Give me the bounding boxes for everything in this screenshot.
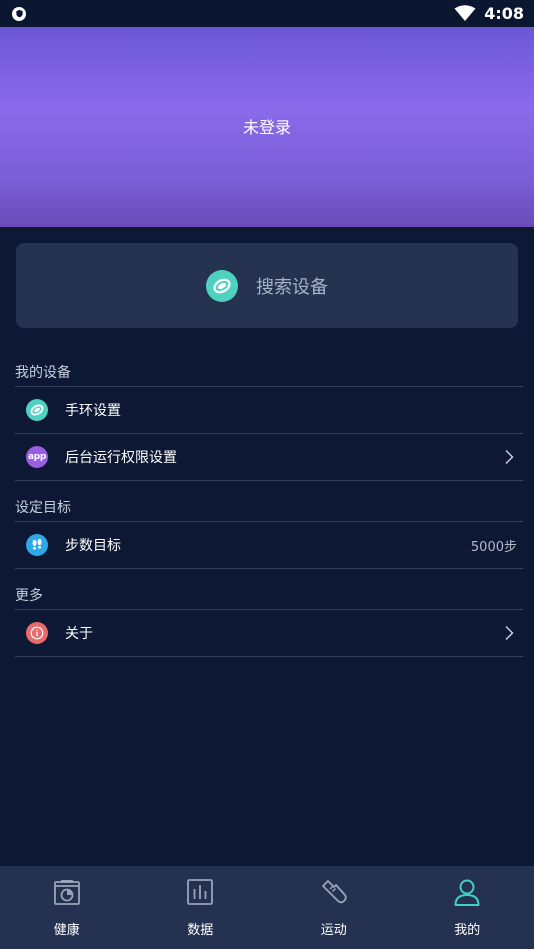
nav-tab-health[interactable]: 健康 [0, 866, 134, 949]
band-settings-label: 手环设置 [65, 403, 121, 419]
nav-tab-mine[interactable]: 我的 [401, 866, 534, 949]
background-permission-row[interactable]: app 后台运行权限设置 [15, 434, 523, 480]
band-icon [26, 399, 48, 421]
nav-label-mine: 我的 [454, 923, 481, 938]
nav-label-health: 健康 [53, 923, 80, 938]
nav-tab-sport[interactable]: 运动 [267, 866, 401, 949]
search-device-label: 搜索设备 [256, 276, 328, 298]
data-icon [187, 879, 214, 905]
sport-shoe-icon [321, 880, 347, 904]
search-device-button[interactable]: 搜索设备 [16, 243, 518, 328]
nav-label-data: 数据 [187, 923, 214, 938]
section-title-goals: 设定目标 [15, 500, 71, 516]
shield-icon [12, 6, 26, 21]
chevron-right-icon [505, 449, 514, 465]
profile-header[interactable]: 未登录 [0, 27, 534, 227]
status-bar: 4:08 [0, 0, 534, 27]
band-icon [206, 269, 238, 302]
status-time: 4:08 [484, 4, 524, 23]
login-status[interactable]: 未登录 [243, 114, 291, 138]
nav-label-sport: 运动 [320, 923, 347, 938]
divider [15, 568, 523, 569]
info-icon [26, 622, 48, 644]
user-icon [454, 879, 480, 906]
background-permission-label: 后台运行权限设置 [65, 450, 177, 466]
footsteps-icon [26, 534, 48, 556]
wifi-icon [454, 5, 476, 21]
section-title-my-devices: 我的设备 [15, 365, 71, 381]
band-settings-row[interactable]: 手环设置 [15, 387, 523, 433]
step-goal-row[interactable]: 步数目标 5000步 [15, 522, 523, 568]
step-goal-value: 5000步 [470, 539, 517, 555]
divider [15, 480, 523, 481]
bottom-nav: 健康 数据 运动 我的 [0, 866, 534, 949]
about-label: 关于 [65, 626, 93, 642]
about-row[interactable]: 关于 [15, 610, 523, 656]
section-title-more: 更多 [15, 588, 43, 604]
step-goal-label: 步数目标 [65, 538, 121, 554]
health-icon [53, 880, 80, 905]
nav-tab-data[interactable]: 数据 [134, 866, 268, 949]
divider [15, 656, 523, 657]
app-icon: app [26, 446, 48, 468]
chevron-right-icon [505, 625, 514, 641]
